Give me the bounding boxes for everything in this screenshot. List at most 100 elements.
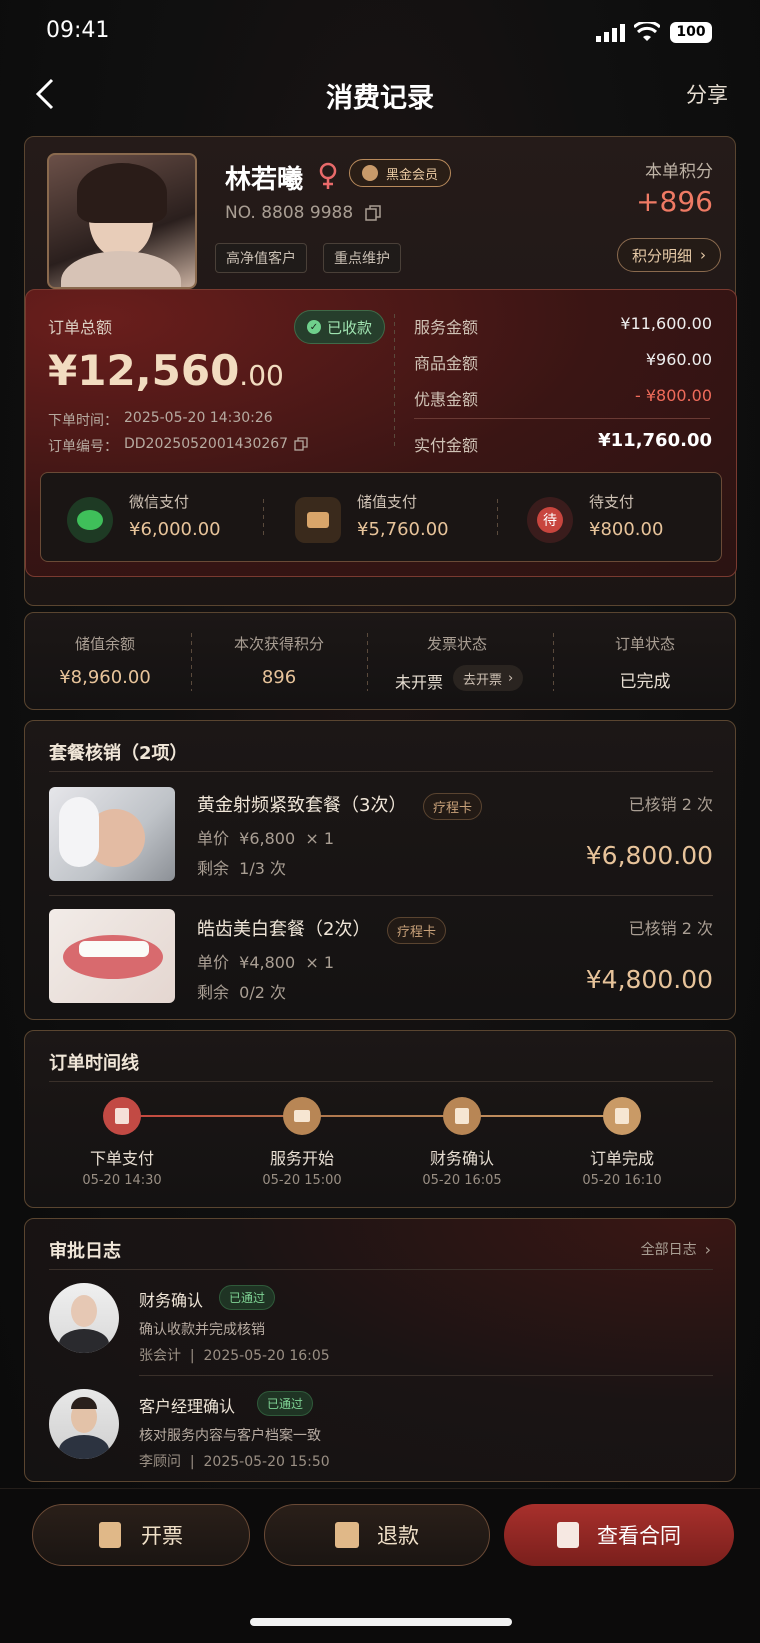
page-title: 消费记录 [326,83,434,114]
divider [49,1081,713,1082]
copy-icon[interactable] [365,205,381,221]
package-price: ¥4,800.00 [585,965,713,994]
refund-button[interactable]: 退款 [264,1504,490,1566]
divider [414,418,710,419]
order-panel: 订单总额 ✓ 已收款 ¥12,560.00 下单时间： 2025-05-20 1… [25,289,737,577]
timeline-step-label: 下单支付 [89,1149,154,1168]
all-logs-link[interactable]: 全部日志 › [641,1239,711,1259]
timeline-line [125,1115,621,1117]
stat-label: 发票状态 [426,635,487,653]
package-name: 皓齿美白套餐（2次） [197,919,371,940]
payment-label: 微信支付 [129,493,190,511]
chevron-right-icon: › [704,1239,711,1259]
approval-card: 审批日志 全部日志 › 财务确认 已通过 确认收款并完成核销 张会计 | 202… [24,1218,736,1482]
chevron-right-icon: › [508,670,514,686]
payment-label: 待支付 [589,493,635,511]
actual-label: 实付金额 [414,436,479,455]
invoice-status: 未开票 [395,673,444,692]
stat-value: 896 [261,667,297,688]
order-total-label: 订单总额 [48,318,113,337]
paid-badge-label: 已收款 [327,318,373,337]
customer-tag: 高净值客户 [215,243,307,273]
copy-icon[interactable] [294,437,308,451]
pending-icon: 待 [527,497,573,543]
stat-label: 订单状态 [614,635,675,653]
invoice-button[interactable]: 开票 [32,1504,250,1566]
package-image [49,909,175,1003]
timeline-card: 订单时间线 下单支付 05-20 14:30 服务开始 05-20 15:00 … [24,1030,736,1208]
package-remain: 剩余 1/3 次 [197,859,287,878]
packages-card: 套餐核销（2项） 黄金射频紧致套餐（3次） 疗程卡 已核销 2 次 单价 ¥6,… [24,720,736,1020]
avatar [49,1283,119,1353]
divider [394,314,395,450]
section-title: 订单时间线 [49,1053,139,1074]
wallet-icon [295,497,341,543]
avatar [49,1389,119,1459]
package-unit: 单价 ¥4,800 × 1 [197,953,335,972]
payment-label: 储值支付 [357,493,418,511]
wechat-pay-icon [67,497,113,543]
check-icon: ✓ [307,320,321,334]
view-contract-button[interactable]: 查看合同 [504,1504,734,1566]
approval-item: 财务确认 已通过 确认收款并完成核销 张会计 | 2025-05-20 16:0… [25,1269,737,1375]
complete-icon [603,1097,641,1135]
payment-value: ¥800.00 [589,519,664,540]
stat-label: 本次获得积分 [233,635,324,653]
customer-card: 林若曦 黑金会员 NO. 8808 9988 高净值客户 重点维护 本单积分 +… [24,136,737,606]
order-time-value: 2025-05-20 14:30:26 [124,410,273,426]
breakdown-label: 商品金额 [414,354,479,373]
paid-badge: ✓ 已收款 [294,310,386,344]
approval-status: 已通过 [257,1391,314,1416]
points-detail-button[interactable]: 积分明细 › [616,238,721,272]
order-no-label: 订单编号： [48,439,118,455]
approval-desc: 核对服务内容与客户档案一致 [139,1428,321,1444]
breakdown-label: 服务金额 [414,318,479,337]
package-item[interactable]: 皓齿美白套餐（2次） 疗程卡 已核销 2 次 单价 ¥4,800 × 1 剩余 … [25,895,737,1019]
all-logs-label: 全部日志 [640,1242,697,1258]
battery-icon: 100 [670,22,712,43]
package-item[interactable]: 黄金射频紧致套餐（3次） 疗程卡 已核销 2 次 单价 ¥6,800 × 1 剩… [25,771,737,895]
timeline-step-time: 05-20 16:05 [422,1173,502,1188]
nav-bar: 消费记录 分享 [0,62,760,126]
contract-icon [557,1522,579,1548]
customer-name: 林若曦 [225,165,304,195]
issue-invoice-button[interactable]: 去开票 › [453,665,524,691]
order-time-label: 下单时间： [48,413,118,429]
points-value: +896 [636,185,713,218]
divider [497,499,498,539]
customer-tag: 重点维护 [323,243,401,273]
refund-button-label: 退款 [377,1524,419,1548]
customer-number: NO. 8808 9988 [225,203,354,223]
approval-item: 客户经理确认 已通过 核对服务内容与客户档案一致 李顾问 | 2025-05-2… [25,1375,737,1481]
breakdown-label: 优惠金额 [414,390,479,409]
stat-label: 储值余额 [74,635,135,653]
payment-value: ¥5,760.00 [357,519,449,540]
stats-card: 储值余额 ¥8,960.00 本次获得积分 896 发票状态 未开票 去开票 ›… [24,612,736,710]
avatar [47,153,197,289]
package-price: ¥6,800.00 [585,841,713,870]
stat-value: ¥8,960.00 [59,667,151,688]
package-used: 已核销 2 次 [628,919,713,938]
discount-value: - ¥800.00 [634,386,712,405]
points-detail-label: 积分明细 [631,246,692,265]
signal-icon [596,24,625,42]
timeline-step-time: 05-20 16:10 [582,1173,662,1188]
crown-icon [362,165,378,181]
pending-icon-text: 待 [537,507,563,533]
breakdown-value: ¥960.00 [645,350,712,369]
section-title: 套餐核销（2项） [49,743,188,764]
wifi-icon [634,22,660,41]
approval-title: 客户经理确认 [139,1397,236,1416]
refund-icon [335,1522,359,1548]
share-button[interactable]: 分享 [686,79,728,109]
timeline-step-time: 05-20 15:00 [262,1173,342,1188]
view-contract-label: 查看合同 [597,1524,681,1548]
approval-meta: 李顾问 | 2025-05-20 15:50 [139,1454,330,1470]
divider [263,499,264,539]
payment-value: ¥6,000.00 [129,519,221,540]
female-icon [319,162,337,189]
member-badge: 黑金会员 [349,159,452,187]
order-total-main: ¥12,560 [48,346,240,395]
order-no-value: DD2025052001430267 [124,436,289,452]
finance-icon [443,1097,481,1135]
